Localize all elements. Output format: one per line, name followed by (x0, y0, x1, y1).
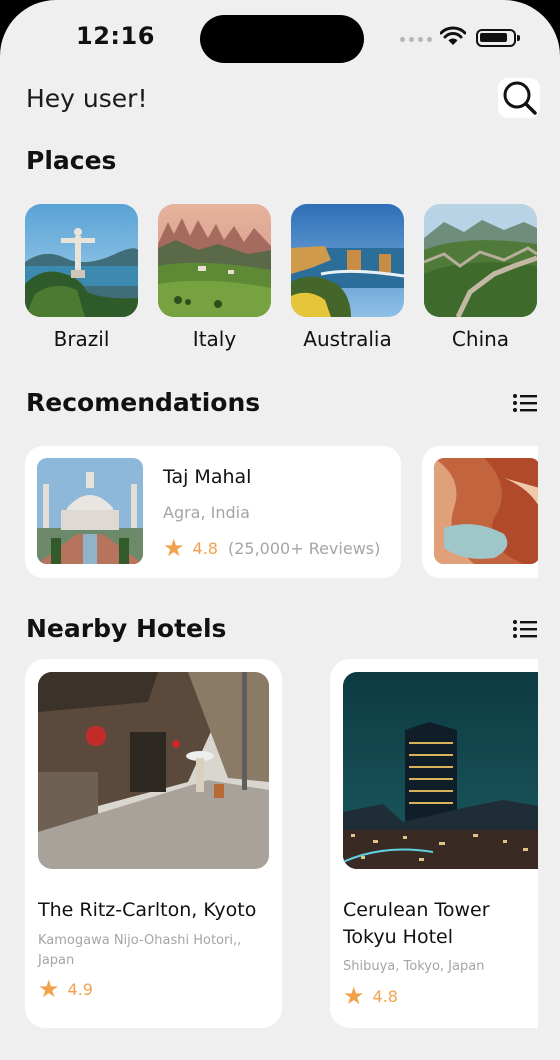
recommendation-title: Taj Mahal (163, 466, 252, 488)
places-title: Places (26, 146, 117, 175)
hotel-card[interactable]: The Ritz-Carlton, Kyoto Kamogawa Nijo-Oh… (25, 659, 282, 1028)
status-time: 12:16 (76, 22, 155, 50)
star-icon: ★ (163, 534, 185, 562)
signal-icon (400, 37, 434, 43)
place-name: Brazil (53, 327, 110, 351)
hotel-rating: ★ 4.8 (343, 984, 408, 1008)
rating-value: 4.8 (192, 538, 218, 558)
place-card-italy[interactable]: Italy (158, 204, 271, 351)
search-button[interactable] (498, 78, 540, 118)
review-count: (25,000+ Reviews) (227, 538, 381, 558)
place-card-china[interactable]: China (424, 204, 537, 351)
rating-value: 4.9 (67, 979, 93, 999)
dynamic-island (200, 15, 364, 63)
rating-value: 4.8 (372, 986, 398, 1006)
hotel-image (343, 672, 538, 869)
place-image (25, 204, 138, 317)
place-card-brazil[interactable]: Brazil (25, 204, 138, 351)
place-image (291, 204, 404, 317)
search-icon (503, 81, 537, 115)
app-screen: 12:16 Hey user! Places Brazil Italy Aust… (0, 0, 560, 1060)
hotel-location: Kamogawa Nijo-Ohashi Hotori,, Japan (38, 933, 242, 968)
list-icon[interactable] (512, 392, 538, 414)
place-image (158, 204, 271, 317)
place-name: Australia (303, 327, 392, 351)
star-icon: ★ (38, 975, 60, 1003)
recommendation-rating: ★ 4.8 (25,000+ Reviews) (163, 536, 380, 560)
star-icon: ★ (343, 982, 365, 1010)
recommendation-card-partial[interactable] (422, 446, 538, 578)
hotel-location: Shibuya, Tokyo, Japan (343, 959, 485, 974)
recommendation-image (434, 458, 538, 564)
hotel-name: The Ritz-Carlton, Kyoto (38, 899, 257, 921)
place-name: China (451, 327, 510, 351)
hotel-rating: ★ 4.9 (38, 977, 103, 1001)
recommendation-card[interactable]: Taj Mahal Agra, India ★ 4.8 (25,000+ Rev… (25, 446, 401, 578)
recommendations-title: Recomendations (26, 388, 261, 417)
hotel-card[interactable]: Cerulean Tower Tokyu Hotel Shibuya, Toky… (330, 659, 538, 1028)
battery-icon (476, 29, 520, 47)
wifi-icon (440, 26, 466, 45)
list-icon[interactable] (512, 618, 538, 640)
status-bar: 12:16 (0, 0, 560, 72)
recommendation-location: Agra, India (163, 503, 250, 522)
hotel-name: Cerulean Tower Tokyu Hotel (343, 899, 490, 948)
place-name: Italy (192, 327, 237, 351)
greeting-text: Hey user! (26, 84, 148, 113)
hotels-title: Nearby Hotels (26, 614, 227, 643)
place-card-australia[interactable]: Australia (291, 204, 404, 351)
recommendation-image (37, 458, 143, 564)
hotel-image (38, 672, 269, 869)
place-image (424, 204, 537, 317)
